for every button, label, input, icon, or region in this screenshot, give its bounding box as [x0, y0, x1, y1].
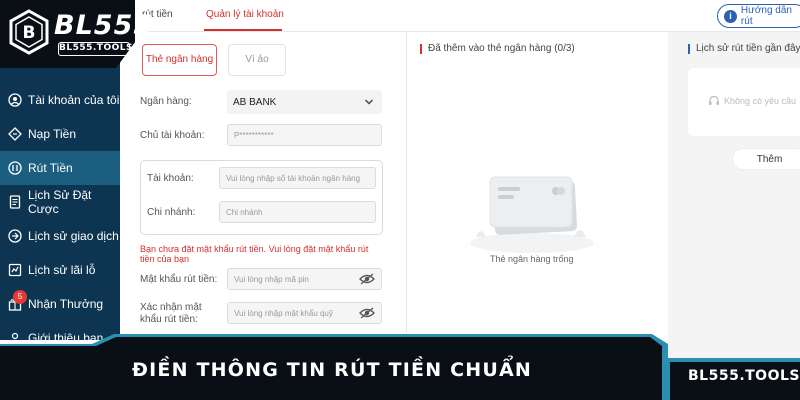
sidebar-item-label: Lịch sử lãi lỗ [28, 263, 96, 277]
banner-headline: ĐIỀN THÔNG TIN RÚT TIỀN CHUẨN [132, 359, 532, 381]
logo-badge-letter: B [23, 23, 36, 43]
bank-select-value: AB BANK [233, 96, 277, 108]
active-tab-indicator [204, 29, 282, 31]
chevron-down-icon [365, 99, 373, 105]
tab-account-management[interactable]: Quản lý tài khoản [206, 9, 284, 20]
recent-withdrawals-title: Lịch sử rút tiền gần đây [688, 43, 800, 54]
top-bar: rút tiền Quản lý tài khoản i Hướng dẫn r… [120, 0, 800, 32]
confirm-pin-placeholder: Vui lòng nhập mật khẩu quỹ [234, 308, 333, 318]
logo-badge-icon: B [9, 9, 49, 55]
sidebar-item-profit-loss[interactable]: Lịch sử lãi lỗ [0, 253, 120, 287]
bank-form-panel: Thẻ ngân hàng Ví ảo Ngân hàng: AB BANK C… [120, 32, 406, 332]
account-holder-field: P*********** [227, 124, 382, 146]
withdraw-pin-input[interactable]: Vui lòng nhập mã pin [227, 268, 382, 290]
withdraw-pin-placeholder: Vui lòng nhập mã pin [234, 274, 309, 284]
sidebar-item-label: Nạp Tiền [28, 127, 77, 141]
account-holder-value: P*********** [234, 130, 274, 140]
saved-cards-title-text: Đã thêm vào thẻ ngân hàng (0/3) [428, 43, 575, 54]
branch-placeholder: Chi nhánh [226, 207, 263, 217]
sidebar-item-label: Nhận Thưởng [28, 297, 104, 311]
column-divider [406, 32, 407, 332]
headset-icon [709, 95, 719, 105]
sidebar-item-deposit[interactable]: Nạp Tiền [0, 117, 120, 151]
account-number-label: Tài khoản: [147, 173, 194, 184]
logo-text: BL555 [54, 10, 154, 41]
guide-button-label: Hướng dẫn rút [740, 5, 792, 27]
transaction-icon [8, 229, 22, 243]
bank-select[interactable]: AB BANK [227, 90, 382, 114]
add-button[interactable]: Thêm [732, 148, 800, 170]
sidebar-menu: Tài khoản của tôi Nạp Tiền Rút Tiền Lịch… [0, 83, 120, 340]
sidebar-item-label: Tài khoản của tôi [28, 93, 120, 107]
tab-e-wallet[interactable]: Ví ảo [228, 44, 286, 76]
sidebar-item-my-account[interactable]: Tài khoản của tôi [0, 83, 120, 117]
account-circle-icon [8, 93, 22, 107]
eye-icon[interactable] [359, 307, 375, 319]
account-number-placeholder: Vui lòng nhập số tài khoản ngân hàng [226, 173, 361, 183]
info-icon: i [724, 9, 737, 23]
banner-brand: BL555.TOOLS [688, 368, 800, 384]
bank-label: Ngân hàng: [140, 96, 192, 107]
sidebar-item-label: Rút Tiền [28, 161, 73, 175]
sidebar-item-label: Lịch Sử Đặt Cược [28, 188, 92, 216]
withdraw-guide-button[interactable]: i Hướng dẫn rút [717, 4, 800, 28]
confirm-pin-label: Xác nhận mật khẩu rút tiền: [140, 302, 202, 325]
withdraw-pin-label: Mật khẩu rút tiền: [140, 274, 218, 285]
profit-loss-icon [8, 263, 22, 277]
sidebar-item-label: Lịch sử giao dịch [28, 229, 119, 243]
rewards-badge: 5 [13, 290, 27, 304]
withdraw-icon [8, 161, 22, 175]
branch-label: Chi nhánh: [147, 207, 196, 218]
account-holder-label: Chủ tài khoản: [140, 130, 205, 141]
empty-cards-text: Thẻ ngân hàng trống [490, 254, 574, 264]
sidebar-item-transaction-history[interactable]: Lịch sử giao dịch [0, 219, 120, 253]
sidebar-item-bet-history[interactable]: Lịch Sử Đặt Cược [0, 185, 120, 219]
logo-subtitle: BL555.TOOLS [58, 42, 132, 56]
sidebar-item-withdraw[interactable]: Rút Tiền [0, 151, 120, 185]
confirm-pin-input[interactable]: Vui lòng nhập mật khẩu quỹ [227, 302, 382, 324]
document-icon [8, 195, 22, 209]
section-marker [688, 43, 690, 54]
eye-icon[interactable] [359, 273, 375, 285]
empty-bank-card-illustration-icon [470, 176, 594, 253]
section-marker [420, 43, 422, 54]
no-requests-message: Không có yêu cầu [708, 95, 796, 107]
sidebar-item-rewards[interactable]: 5 Nhận Thưởng [0, 287, 120, 321]
branch-input[interactable]: Chi nhánh [219, 201, 376, 223]
recent-withdrawals-title-text: Lịch sử rút tiền gần đây [696, 43, 800, 54]
tab-bank-card[interactable]: Thẻ ngân hàng [142, 44, 217, 76]
account-number-input[interactable]: Vui lòng nhập số tài khoản ngân hàng [219, 167, 376, 189]
deposit-diamond-icon [8, 127, 22, 141]
saved-cards-title: Đã thêm vào thẻ ngân hàng (0/3) [420, 43, 575, 54]
no-requests-text: Không có yêu cầu [724, 96, 797, 106]
set-pin-warning: Bạn chưa đặt mật khẩu rút tiền. Vui lòng… [140, 244, 369, 264]
